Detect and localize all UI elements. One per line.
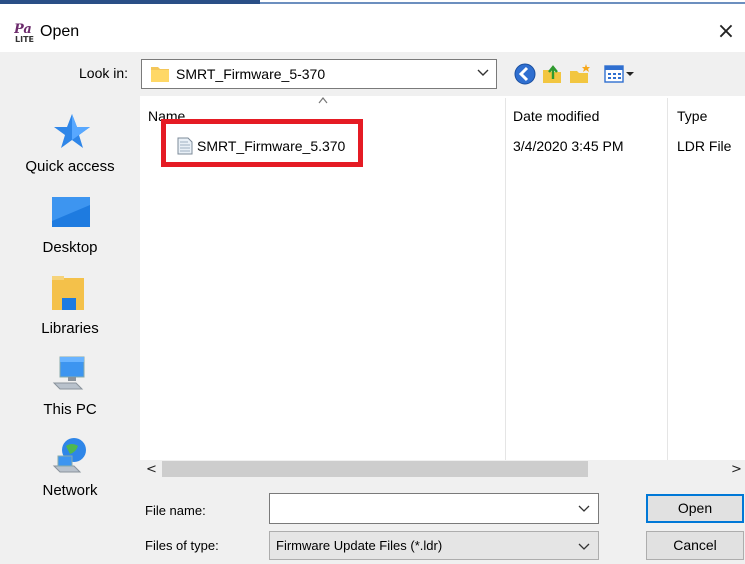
scroll-thumb[interactable] xyxy=(162,461,588,477)
place-quick-access[interactable]: Quick access xyxy=(0,110,140,175)
file-type: LDR File xyxy=(677,138,732,154)
horizontal-scrollbar[interactable]: < > xyxy=(140,460,745,478)
scroll-left-arrow[interactable]: < xyxy=(146,462,157,477)
chevron-down-icon xyxy=(477,69,489,76)
place-this-pc[interactable]: This PC xyxy=(0,353,140,418)
place-label: This PC xyxy=(43,401,97,418)
file-name-input[interactable] xyxy=(269,493,599,524)
place-label: Network xyxy=(42,482,98,499)
views-menu-icon[interactable] xyxy=(603,62,637,86)
file-name-label: File name: xyxy=(145,503,206,518)
back-icon[interactable] xyxy=(513,62,537,86)
chevron-down-icon xyxy=(578,543,590,550)
place-label: Libraries xyxy=(41,320,99,337)
new-folder-icon[interactable] xyxy=(568,62,592,86)
look-in-value: SMRT_Firmware_5-370 xyxy=(176,66,326,82)
folder-icon xyxy=(151,67,169,82)
column-header-type[interactable]: Type xyxy=(677,108,707,124)
app-icon: Pa LITE xyxy=(14,22,34,43)
look-in-label: Look in: xyxy=(79,65,129,81)
column-header-date[interactable]: Date modified xyxy=(513,108,599,124)
file-date: 3/4/2020 3:45 PM xyxy=(513,138,624,154)
window-top-strip xyxy=(0,0,745,10)
open-button[interactable]: Open xyxy=(646,494,744,523)
svg-text:LITE: LITE xyxy=(15,35,34,43)
libraries-icon xyxy=(52,276,84,310)
place-libraries[interactable]: Libraries xyxy=(0,272,140,337)
up-folder-icon[interactable] xyxy=(540,62,564,86)
desktop-icon xyxy=(52,197,90,227)
network-icon xyxy=(52,438,86,473)
scroll-right-arrow[interactable]: > xyxy=(731,462,742,477)
window-title: Open xyxy=(40,23,80,40)
background-window-bar-2 xyxy=(260,2,745,4)
sort-ascending-icon xyxy=(318,97,328,104)
chevron-down-icon[interactable] xyxy=(578,502,590,514)
files-of-type-label: Files of type: xyxy=(145,538,219,553)
computer-icon xyxy=(52,356,85,390)
background-window-bar xyxy=(0,0,260,4)
places-bar: Quick access Desktop Libraries This PC N… xyxy=(0,96,140,506)
files-of-type-select[interactable]: Firmware Update Files (*.ldr) xyxy=(269,531,599,560)
annotation-highlight-box xyxy=(161,119,363,167)
look-in-combobox[interactable]: SMRT_Firmware_5-370 xyxy=(141,59,497,89)
cancel-button[interactable]: Cancel xyxy=(646,531,744,560)
star-icon xyxy=(54,114,90,148)
place-desktop[interactable]: Desktop xyxy=(0,191,140,256)
place-label: Quick access xyxy=(25,158,115,175)
files-of-type-value: Firmware Update Files (*.ldr) xyxy=(276,538,443,553)
place-network[interactable]: Network xyxy=(0,434,140,499)
title-bar: Pa LITE Open × xyxy=(0,12,745,52)
place-label: Desktop xyxy=(42,239,98,256)
close-button[interactable]: × xyxy=(710,16,742,48)
